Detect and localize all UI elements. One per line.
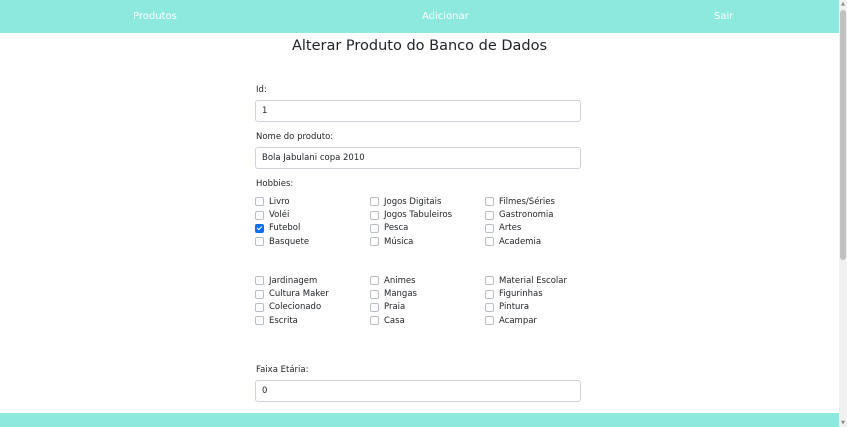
hobby-checkbox-item[interactable]: Escrita	[255, 314, 329, 327]
hobbies-group-1-col-1: Livro Voléi Futebol Basquete	[255, 195, 309, 249]
hobbies-group-2-col-3: Material Escolar Figurinhas Pintura Acampar	[485, 274, 567, 328]
checkbox-unchecked-icon[interactable]	[485, 223, 494, 233]
hobby-label: Voléi	[269, 210, 290, 221]
hobby-label: Acampar	[499, 315, 537, 326]
age-range-input[interactable]	[255, 380, 581, 402]
hobby-checkbox-item[interactable]: Livro	[255, 195, 309, 208]
hobby-label: Academia	[499, 236, 542, 247]
hobby-label: Gastronomia	[499, 210, 554, 221]
nav-link-sair[interactable]: Sair	[714, 0, 733, 33]
hobby-checkbox-item[interactable]: Pintura	[485, 301, 567, 314]
hobby-checkbox-item[interactable]: Música	[370, 235, 452, 248]
checkbox-unchecked-icon[interactable]	[370, 316, 379, 326]
hobbies-group-1-col-3: Filmes/Séries Gastronomia Artes Academia	[485, 195, 555, 249]
hobby-label: Mangas	[384, 289, 417, 300]
hobby-label: Praia	[384, 302, 406, 313]
checkbox-unchecked-icon[interactable]	[370, 302, 379, 312]
hobby-checkbox-item[interactable]: Basquete	[255, 235, 309, 248]
footer-bar	[0, 413, 839, 427]
hobby-label: Jardinagem	[269, 275, 318, 286]
age-range-label: Faixa Etária:	[256, 365, 309, 375]
hobby-label: Futebol	[269, 223, 301, 234]
checkbox-unchecked-icon[interactable]	[485, 210, 494, 220]
hobby-checkbox-item[interactable]: Colecionado	[255, 301, 329, 314]
checkbox-unchecked-icon[interactable]	[255, 197, 264, 207]
hobby-label: Colecionado	[269, 302, 322, 313]
hobbies-label: Hobbies:	[256, 179, 294, 189]
hobby-checkbox-item[interactable]: Academia	[485, 235, 555, 248]
checkbox-unchecked-icon[interactable]	[370, 289, 379, 299]
hobbies-group-2-col-2: Animes Mangas Praia Casa	[370, 274, 417, 328]
hobbies-group-2-col-1: Jardinagem Cultura Maker Colecionado Escrit…	[255, 274, 329, 328]
id-input[interactable]	[255, 100, 581, 122]
hobby-label: Pesca	[384, 223, 409, 234]
hobby-label: Animes	[384, 275, 416, 286]
hobby-checkbox-item[interactable]: Cultura Maker	[255, 287, 329, 300]
checkbox-unchecked-icon[interactable]	[255, 316, 264, 326]
hobby-checkbox-item[interactable]: Jardinagem	[255, 274, 329, 287]
checkbox-unchecked-icon[interactable]	[370, 223, 379, 233]
checkbox-unchecked-icon[interactable]	[370, 276, 379, 286]
checkbox-unchecked-icon[interactable]	[255, 237, 264, 247]
hobby-label: Jogos Digitais	[384, 196, 442, 207]
hobby-checkbox-item[interactable]: Animes	[370, 274, 417, 287]
checkbox-unchecked-icon[interactable]	[485, 197, 494, 207]
checkbox-unchecked-icon[interactable]	[485, 276, 494, 286]
hobby-label: Escrita	[269, 315, 298, 326]
hobby-label: Figurinhas	[499, 289, 543, 300]
hobby-checkbox-item[interactable]: Filmes/Séries	[485, 195, 555, 208]
product-name-input[interactable]	[255, 147, 581, 169]
scroll-down-arrow-icon[interactable]: ▼	[839, 419, 847, 427]
hobby-checkbox-item[interactable]: Futebol	[255, 222, 309, 235]
checkbox-unchecked-icon[interactable]	[255, 276, 264, 286]
checkbox-unchecked-icon[interactable]	[485, 237, 494, 247]
hobby-label: Música	[384, 236, 414, 247]
checkbox-unchecked-icon[interactable]	[485, 289, 494, 299]
checkbox-unchecked-icon[interactable]	[485, 316, 494, 326]
scrollbar-thumb[interactable]	[840, 10, 846, 260]
checkbox-unchecked-icon[interactable]	[255, 210, 264, 220]
hobby-label: Pintura	[499, 302, 530, 313]
hobby-checkbox-item[interactable]: Artes	[485, 222, 555, 235]
hobby-checkbox-item[interactable]: Pesca	[370, 222, 452, 235]
checkbox-unchecked-icon[interactable]	[370, 237, 379, 247]
checkbox-unchecked-icon[interactable]	[370, 197, 379, 207]
hobbies-group-1-col-2: Jogos Digitais Jogos Tabuleiros Pesca Músic…	[370, 195, 452, 249]
hobby-label: Material Escolar	[499, 275, 567, 286]
hobby-checkbox-item[interactable]: Jogos Tabuleiros	[370, 208, 452, 221]
hobby-checkbox-item[interactable]: Material Escolar	[485, 274, 567, 287]
top-navbar: Produtos Adicionar Sair	[0, 0, 839, 33]
checkbox-unchecked-icon[interactable]	[255, 289, 264, 299]
product-name-label: Nome do produto:	[256, 132, 334, 142]
checkbox-checked-icon[interactable]	[255, 223, 264, 233]
hobby-checkbox-item[interactable]: Voléi	[255, 208, 309, 221]
hobby-label: Basquete	[269, 236, 310, 247]
hobby-checkbox-item[interactable]: Figurinhas	[485, 287, 567, 300]
hobby-label: Casa	[384, 315, 405, 326]
page-title: Alterar Produto do Banco de Dados	[291, 38, 548, 54]
nav-link-produtos[interactable]: Produtos	[133, 0, 177, 33]
nav-link-adicionar[interactable]: Adicionar	[422, 0, 469, 33]
scroll-up-arrow-icon[interactable]: ▲	[839, 0, 847, 8]
hobby-label: Cultura Maker	[269, 289, 329, 300]
hobby-label: Filmes/Séries	[499, 196, 555, 207]
hobby-checkbox-item[interactable]: Casa	[370, 314, 417, 327]
id-label: Id:	[256, 85, 267, 95]
checkbox-unchecked-icon[interactable]	[370, 210, 379, 220]
hobby-label: Jogos Tabuleiros	[384, 210, 453, 221]
hobby-checkbox-item[interactable]: Praia	[370, 301, 417, 314]
checkbox-unchecked-icon[interactable]	[255, 302, 264, 312]
checkbox-unchecked-icon[interactable]	[485, 302, 494, 312]
hobby-label: Artes	[499, 223, 522, 234]
page: Produtos Adicionar Sair Alterar Produto …	[0, 0, 847, 427]
hobby-checkbox-item[interactable]: Gastronomia	[485, 208, 555, 221]
hobby-label: Livro	[269, 196, 290, 207]
hobby-checkbox-item[interactable]: Acampar	[485, 314, 567, 327]
hobby-checkbox-item[interactable]: Jogos Digitais	[370, 195, 452, 208]
vertical-scrollbar[interactable]: ▲ ▼	[839, 0, 847, 427]
hobby-checkbox-item[interactable]: Mangas	[370, 287, 417, 300]
